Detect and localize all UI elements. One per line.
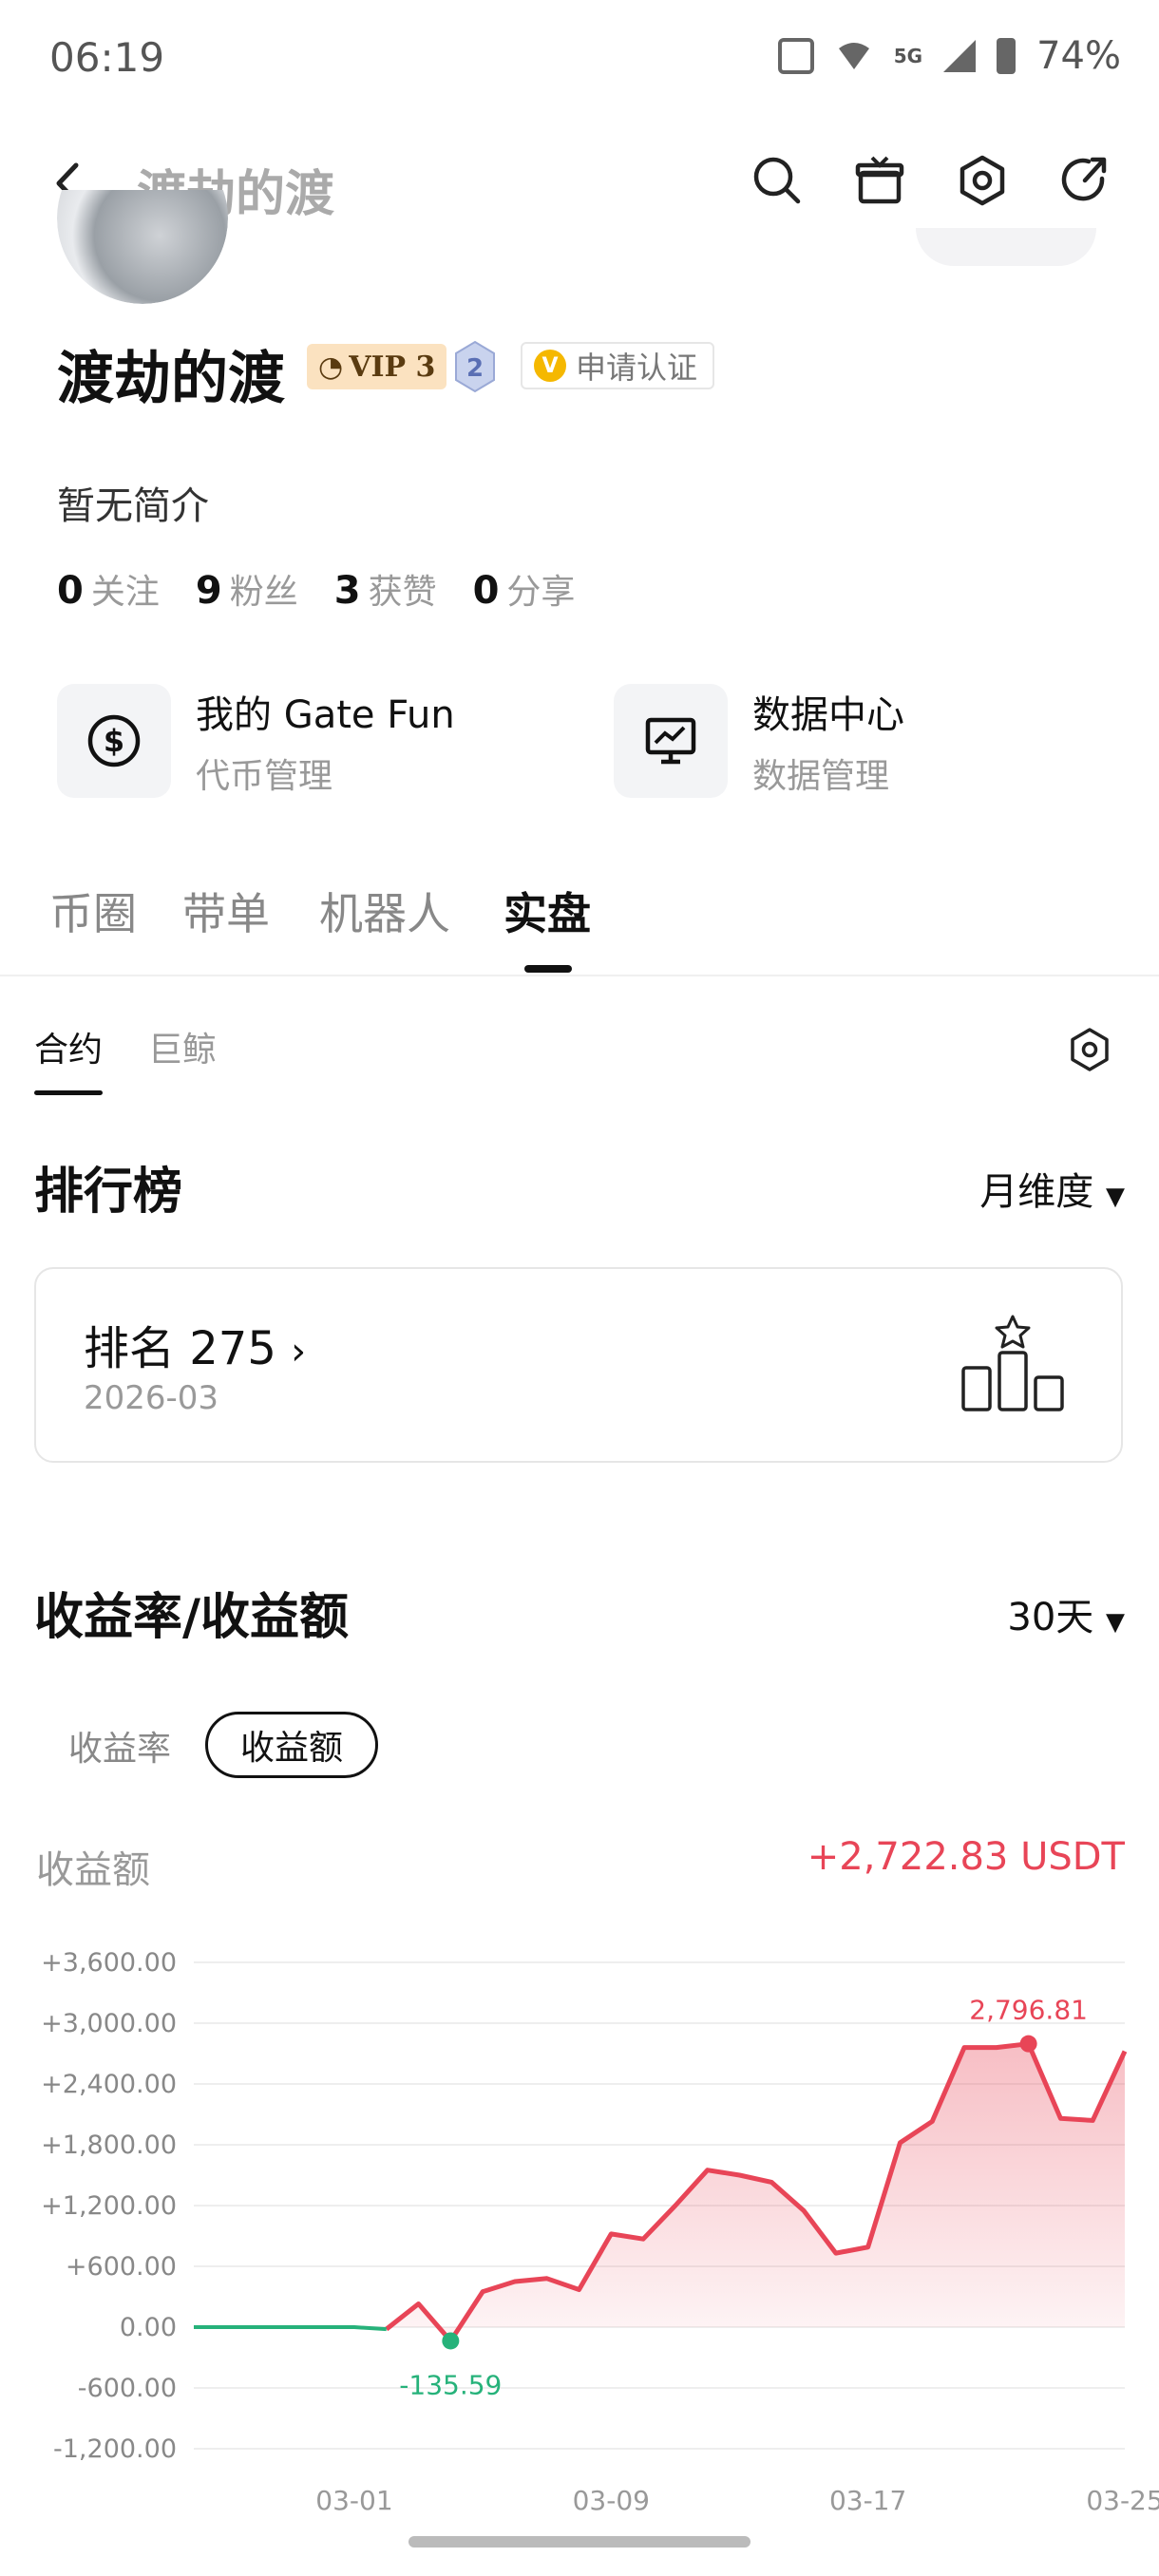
period-dropdown[interactable]: 月维度 ▼ xyxy=(979,1161,1125,1216)
svg-text:$: $ xyxy=(104,723,124,759)
settings-icon[interactable] xyxy=(954,152,1011,209)
status-icons: 5G 74% xyxy=(777,34,1121,78)
min-point xyxy=(442,2332,460,2350)
y-tick-label: +3,000.00 xyxy=(41,2009,177,2038)
series-line-flat xyxy=(194,2325,387,2332)
caret-down-icon: ▼ xyxy=(1106,1608,1125,1637)
level-badge[interactable]: 2 xyxy=(454,340,496,393)
profile-action-pill[interactable] xyxy=(916,228,1096,266)
profit-total: +2,722.83 USDT xyxy=(807,1835,1125,1879)
stat-following[interactable]: 0 关注 xyxy=(57,564,160,614)
avatar[interactable] xyxy=(57,190,228,304)
subtab-whales[interactable]: 巨鲸 xyxy=(148,1022,217,1071)
card-subtitle: 代币管理 xyxy=(196,757,333,796)
qr-icon xyxy=(777,38,814,74)
share-icon[interactable] xyxy=(1056,152,1113,209)
y-tick-label: +3,600.00 xyxy=(41,1948,177,1978)
y-tick-label: -1,200.00 xyxy=(53,2434,177,2464)
y-tick-label: -600.00 xyxy=(78,2374,177,2403)
x-tick-label: 03-25 xyxy=(1086,2485,1159,2516)
y-tick-label: +600.00 xyxy=(66,2252,177,2282)
bio: 暂无简介 xyxy=(57,484,209,528)
vip-badge[interactable]: ◔ VIP 3 xyxy=(307,344,447,389)
x-tick-label: 03-17 xyxy=(829,2485,906,2516)
area-fill xyxy=(194,2043,1125,2341)
battery-percent: 74% xyxy=(1036,34,1121,78)
x-tick-label: 03-01 xyxy=(315,2485,392,2516)
vip-logo-icon: ◔ xyxy=(318,350,344,384)
rank-date: 2026-03 xyxy=(84,1379,219,1417)
card-title: 我的 Gate Fun xyxy=(196,693,455,737)
card-gate-fun[interactable]: $ 我的 Gate Fun 代币管理 xyxy=(57,684,455,798)
verified-v-icon: V xyxy=(534,350,566,382)
verify-label: 申请认证 xyxy=(576,350,698,386)
rank-label[interactable]: 排名 275 › xyxy=(84,1311,306,1377)
y-tick-label: +1,800.00 xyxy=(41,2131,177,2160)
toggle-rate[interactable]: 收益率 xyxy=(68,1721,171,1771)
profile-stats: 0 关注 9 粉丝 3 获赞 0 分享 xyxy=(57,564,575,614)
tab-copy-trading[interactable]: 带单 xyxy=(182,880,270,942)
max-point xyxy=(1019,2035,1037,2053)
wifi-icon xyxy=(838,43,869,69)
username: 渡劫的渡 xyxy=(57,346,285,412)
leaderboard-title: 排行榜 xyxy=(34,1164,183,1221)
tab-crypto[interactable]: 币圈 xyxy=(49,880,137,942)
divider xyxy=(0,975,1159,976)
profit-chart[interactable]: +3,600.00 +3,000.00 +2,400.00 +1,800.00 +1,2… xyxy=(0,1928,1159,2517)
subtab-contracts[interactable]: 合约 xyxy=(34,1022,103,1071)
caret-down-icon: ▼ xyxy=(1106,1183,1125,1211)
vip-label: VIP 3 xyxy=(349,350,436,384)
x-tick-label: 03-09 xyxy=(573,2485,650,2516)
signal-icon xyxy=(943,40,977,72)
battery-icon xyxy=(997,38,1016,74)
card-data-center[interactable]: 数据中心 数据管理 xyxy=(614,684,904,798)
y-tick-label: 0.00 xyxy=(120,2313,177,2342)
card-subtitle: 数据管理 xyxy=(752,757,890,796)
network-label: 5G xyxy=(893,45,923,67)
podium-icon xyxy=(961,1315,1064,1411)
stat-likes[interactable]: 3 获赞 xyxy=(334,564,437,614)
tab-underline xyxy=(524,965,572,973)
range-dropdown[interactable]: 30天 ▼ xyxy=(1007,1586,1125,1641)
max-label: 2,796.81 xyxy=(969,1995,1088,2026)
verify-button[interactable]: V 申请认证 xyxy=(521,342,715,389)
dollar-circle-icon: $ xyxy=(57,684,171,798)
y-tick-label: +2,400.00 xyxy=(41,2070,177,2099)
monitor-chart-icon xyxy=(614,684,728,798)
chevron-right-icon: › xyxy=(291,1330,307,1373)
y-tick-label: +1,200.00 xyxy=(41,2191,177,2221)
subtab-underline xyxy=(34,1090,103,1095)
search-icon[interactable] xyxy=(749,152,806,209)
profit-title: 收益率/收益额 xyxy=(34,1589,349,1646)
level-number: 2 xyxy=(466,354,484,383)
chart-label: 收益额 xyxy=(36,1848,150,1892)
settings-icon[interactable] xyxy=(1066,1026,1113,1073)
stat-followers[interactable]: 9 粉丝 xyxy=(196,564,298,614)
tab-live-trading[interactable]: 实盘 xyxy=(504,880,591,942)
tab-bots[interactable]: 机器人 xyxy=(319,880,450,942)
toggle-amount[interactable]: 收益额 xyxy=(205,1712,379,1778)
stat-shares[interactable]: 0 分享 xyxy=(473,564,576,614)
min-label: -135.59 xyxy=(399,2369,502,2400)
home-indicator[interactable] xyxy=(408,2536,750,2548)
card-title: 数据中心 xyxy=(752,693,904,737)
status-time: 06:19 xyxy=(49,34,165,81)
gift-icon[interactable] xyxy=(851,152,908,209)
